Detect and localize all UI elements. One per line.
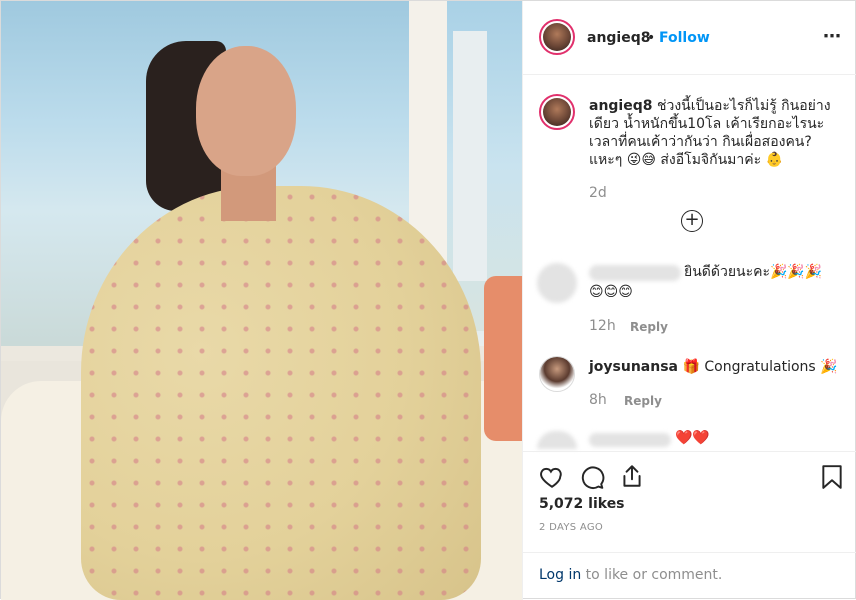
share-icon[interactable]: [619, 463, 645, 489]
reply-button[interactable]: Reply: [624, 394, 662, 408]
caption-username[interactable]: angieq8: [589, 98, 653, 114]
comment-time: 12h: [589, 318, 616, 334]
comment-icon[interactable]: [579, 464, 605, 490]
post-frame: angieq8 • Follow ⋯ angieq8 ช่วงนี้เป็นอะ…: [0, 0, 856, 600]
photo-pillow: [484, 276, 522, 441]
comment-username[interactable]: joysunansa: [589, 359, 678, 375]
caption-time: 2d: [589, 185, 607, 201]
photo-building: [453, 31, 487, 281]
author-avatar[interactable]: [539, 19, 575, 55]
bookmark-icon[interactable]: [821, 464, 843, 490]
likes-count[interactable]: 5,072 likes: [539, 496, 625, 512]
comment-text: 🎁 Congratulations 🎉: [682, 359, 838, 375]
login-prompt-text: to like or comment.: [581, 567, 723, 583]
comment-row: joysunansa 🎁 Congratulations 🎉: [589, 358, 838, 376]
comment-text-emoji: 😊😊😊: [589, 284, 633, 300]
comment-avatar[interactable]: [537, 431, 577, 449]
comment-avatar[interactable]: [539, 356, 575, 392]
photo-dress-pattern: [81, 186, 481, 600]
comment-avatar[interactable]: [537, 263, 577, 303]
caption-avatar[interactable]: [539, 94, 575, 130]
header-separator: •: [647, 30, 656, 46]
comment-username-blurred[interactable]: [589, 433, 671, 447]
reply-button[interactable]: Reply: [630, 320, 668, 334]
login-prompt: Log in to like or comment.: [523, 552, 856, 600]
photo-face: [196, 46, 296, 176]
comment-text: ยินดีด้วยนะคะ🎉🎉🎉: [684, 264, 823, 280]
author-username[interactable]: angieq8: [587, 30, 651, 46]
more-options-icon[interactable]: ⋯: [823, 26, 842, 47]
follow-button[interactable]: Follow: [659, 30, 710, 46]
comment-time: 8h: [589, 392, 607, 408]
login-link[interactable]: Log in: [539, 567, 581, 583]
comment-text: ❤️❤️: [675, 430, 710, 446]
post-timestamp: 2 DAYS AGO: [539, 522, 604, 533]
post-actions: 5,072 likes 2 DAYS AGO Log in to like or…: [523, 451, 856, 599]
post-caption: angieq8 ช่วงนี้เป็นอะไรก็ไม่รู้ กินอย่าง…: [589, 97, 843, 169]
add-circle-icon[interactable]: +: [681, 210, 703, 232]
post-side-panel: angieq8 • Follow ⋯ angieq8 ช่วงนี้เป็นอะ…: [522, 1, 856, 600]
post-header: angieq8 • Follow ⋯: [523, 1, 856, 75]
comment-username-blurred[interactable]: [589, 265, 681, 281]
heart-icon[interactable]: [539, 464, 565, 490]
post-photo[interactable]: [1, 1, 522, 600]
